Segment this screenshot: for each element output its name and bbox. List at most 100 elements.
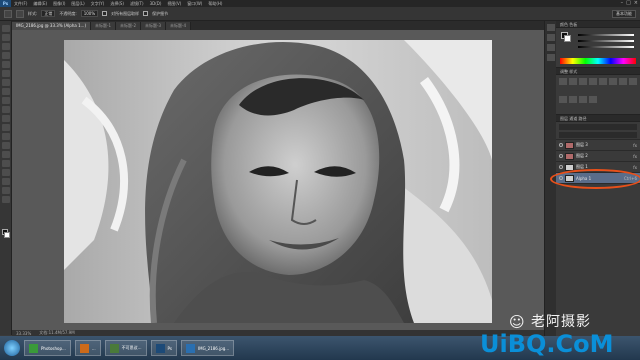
lasso-tool-icon[interactable]	[1, 43, 10, 50]
pen-tool-icon[interactable]	[1, 151, 10, 158]
watermark-site-logo: UiBQ.CoM	[480, 330, 614, 358]
color-slider[interactable]	[578, 40, 634, 42]
invert-icon[interactable]	[579, 95, 587, 103]
color-panel-header[interactable]: 颜色 色板	[556, 21, 640, 28]
background-color-swatch[interactable]	[564, 35, 571, 42]
brush-tool-icon[interactable]	[1, 88, 10, 95]
menu-file[interactable]: 文件(F)	[11, 0, 30, 7]
taskbar-item-label: Photoshop...	[41, 345, 66, 351]
dodge-tool-icon[interactable]	[1, 142, 10, 149]
posterize-icon[interactable]	[589, 95, 597, 103]
menu-3d[interactable]: 3D(D)	[147, 0, 165, 7]
color-spectrum[interactable]	[560, 58, 636, 64]
sample-all-checkbox[interactable]	[102, 11, 108, 16]
menu-type[interactable]: 文字(Y)	[88, 0, 108, 7]
tab-document[interactable]: 未标题-3	[141, 22, 167, 30]
color-slider[interactable]	[578, 34, 634, 36]
layer-row-selected[interactable]: Alpha 1 Ctrl+6	[550, 169, 640, 189]
tab-document[interactable]: 未标题-2	[116, 22, 142, 30]
menu-filter[interactable]: 滤镜(T)	[127, 0, 147, 7]
taskbar-item-label: IMG_2186.jpg...	[197, 345, 230, 351]
color-slider[interactable]	[578, 46, 634, 48]
menu-view[interactable]: 视图(V)	[164, 0, 184, 7]
tab-document[interactable]: 未标题-4	[166, 22, 192, 30]
photoshop-icon	[155, 343, 165, 353]
mode-select[interactable]: 正常	[41, 10, 56, 17]
channel-mixer-icon[interactable]	[569, 95, 577, 103]
zoom-level[interactable]: 33.33%	[16, 331, 31, 336]
exposure-icon[interactable]	[589, 78, 597, 85]
black-white-icon[interactable]	[629, 78, 637, 85]
brush-size-picker[interactable]	[16, 9, 24, 18]
protect-detail-checkbox[interactable]	[143, 11, 149, 16]
toolbox	[0, 21, 12, 335]
layer-name: 图层 3	[576, 142, 588, 147]
start-button-icon[interactable]	[4, 340, 20, 356]
tab-document-active[interactable]: IMG_2186.jpg @ 33.3% (Alpha 1...)	[12, 22, 92, 30]
workspace-switcher[interactable]: 基本功能	[612, 10, 636, 18]
curves-icon[interactable]	[579, 78, 587, 85]
hue-saturation-icon[interactable]	[609, 78, 617, 85]
canvas-area[interactable]	[12, 30, 544, 330]
type-tool-icon[interactable]	[1, 160, 10, 167]
crop-tool-icon[interactable]	[1, 61, 10, 68]
taskbar-item[interactable]: Ps	[150, 340, 177, 356]
tab-document[interactable]: 未标题-1	[91, 22, 117, 30]
taskbar-item[interactable]: IMG_2186.jpg...	[180, 340, 235, 356]
path-select-tool-icon[interactable]	[1, 169, 10, 176]
menu-image[interactable]: 图像(I)	[50, 0, 68, 7]
background-color-swatch[interactable]	[4, 232, 10, 238]
shape-tool-icon[interactable]	[1, 178, 10, 185]
photo-filter-icon[interactable]	[559, 95, 567, 103]
blur-tool-icon[interactable]	[1, 133, 10, 140]
adjustments-panel-header[interactable]: 调整 样式	[556, 68, 640, 75]
clone-stamp-tool-icon[interactable]	[1, 97, 10, 104]
levels-icon[interactable]	[569, 78, 577, 85]
healing-brush-tool-icon[interactable]	[1, 79, 10, 86]
app-icon	[109, 343, 119, 353]
taskbar-item[interactable]: 不可思议...	[104, 340, 147, 356]
maximize-button[interactable]: □	[626, 0, 631, 7]
layer-row[interactable]: 图层 2 fx	[556, 151, 640, 162]
eraser-tool-icon[interactable]	[1, 115, 10, 122]
blend-mode-select[interactable]	[559, 124, 637, 130]
photoshop-window: Ps 文件(F) 编辑(E) 图像(I) 图层(L) 文字(Y) 选择(S) 滤…	[0, 0, 640, 360]
eye-icon[interactable]	[559, 143, 563, 147]
menu-help[interactable]: 帮助(H)	[205, 0, 225, 7]
app-icon	[29, 343, 38, 353]
color-balance-icon[interactable]	[619, 78, 627, 85]
gradient-tool-icon[interactable]	[1, 124, 10, 131]
zoom-tool-icon[interactable]	[1, 196, 10, 203]
window-controls: – □ ×	[621, 0, 638, 7]
quick-select-tool-icon[interactable]	[1, 52, 10, 59]
highlight-ring	[550, 169, 640, 189]
layers-panel-header[interactable]: 图层 通道 路径	[556, 115, 640, 122]
menu-bar: Ps 文件(F) 编辑(E) 图像(I) 图层(L) 文字(Y) 选择(S) 滤…	[0, 0, 640, 7]
properties-panel-icon[interactable]	[546, 44, 555, 51]
vibrance-icon[interactable]	[599, 78, 607, 85]
marquee-tool-icon[interactable]	[1, 34, 10, 41]
menu-edit[interactable]: 编辑(E)	[30, 0, 50, 7]
character-panel-icon[interactable]	[546, 54, 555, 61]
eye-icon[interactable]	[559, 165, 563, 169]
lock-controls[interactable]	[559, 132, 637, 138]
layer-row[interactable]: 图层 3 fx	[556, 140, 640, 151]
taskbar-item[interactable]: Photoshop...	[24, 340, 71, 356]
close-button[interactable]: ×	[634, 0, 638, 7]
history-brush-tool-icon[interactable]	[1, 106, 10, 113]
history-panel-icon[interactable]	[546, 24, 555, 31]
eye-icon[interactable]	[559, 154, 563, 158]
eyedropper-tool-icon[interactable]	[1, 70, 10, 77]
tool-preset-picker[interactable]	[4, 9, 12, 18]
actions-panel-icon[interactable]	[546, 34, 555, 41]
menu-layer[interactable]: 图层(L)	[68, 0, 87, 7]
menu-window[interactable]: 窗口(W)	[184, 0, 205, 7]
brightness-icon[interactable]	[559, 78, 567, 85]
opacity-field[interactable]: 100%	[80, 10, 99, 17]
menu-select[interactable]: 选择(S)	[107, 0, 127, 7]
portrait-illustration	[64, 40, 492, 323]
taskbar-item[interactable]: ...	[74, 340, 101, 356]
minimize-button[interactable]: –	[621, 0, 624, 7]
move-tool-icon[interactable]	[1, 25, 10, 32]
hand-tool-icon[interactable]	[1, 187, 10, 194]
